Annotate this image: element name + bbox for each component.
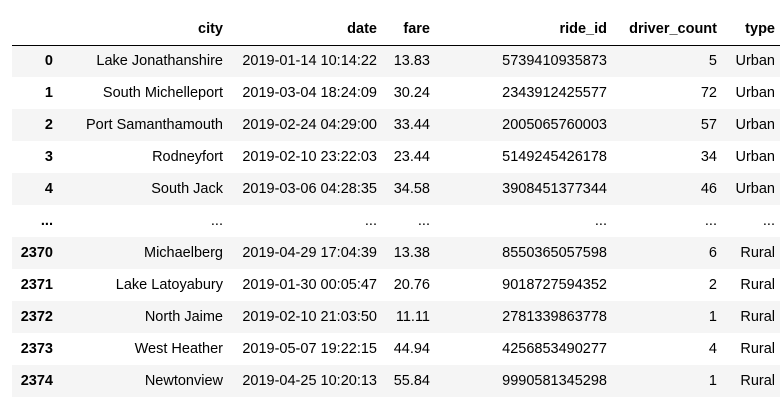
cell-date: ... [364, 213, 377, 229]
cell-ride-id: 3908451377344 [502, 181, 607, 197]
cell-fare: 13.83 [393, 53, 430, 70]
ellipsis-row: ... ... ... ... ... ... ... [12, 205, 780, 237]
cell-ride-id: 8550365057598 [502, 245, 607, 261]
cell-fare: 23.44 [393, 149, 430, 165]
cell-driver-count: 6 [708, 245, 717, 261]
cell-driver-count: 1 [708, 309, 717, 325]
row-index: 0 [44, 53, 53, 70]
cell-city: Newtonview [144, 373, 223, 389]
cell-type: Rural [740, 277, 775, 293]
table-row: 2373 West Heather 2019-05-07 19:22:15 44… [12, 333, 780, 365]
index-header [12, 13, 58, 46]
cell-date: 2019-04-25 10:20:13 [242, 373, 377, 389]
cell-ride-id: 4256853490277 [502, 341, 607, 357]
cell-ride-id: 9990581345298 [502, 373, 607, 389]
cell-ride-id: 5739410935873 [502, 53, 607, 70]
cell-fare: 44.94 [393, 341, 430, 357]
cell-city: West Heather [134, 341, 223, 357]
cell-city: Port Samanthamouth [85, 117, 223, 133]
cell-driver-count: 4 [708, 341, 717, 357]
column-header-date: date [228, 13, 382, 46]
table-row: 2370 Michaelberg 2019-04-29 17:04:39 13.… [12, 237, 780, 269]
cell-date: 2019-05-07 19:22:15 [242, 341, 377, 357]
column-header-ride-id: ride_id [435, 13, 612, 46]
header-row: city date fare ride_id driver_count type [12, 13, 780, 46]
dataframe-table: city date fare ride_id driver_count type… [12, 13, 780, 397]
cell-type: Rural [740, 341, 775, 357]
table-row: 3 Rodneyfort 2019-02-10 23:22:03 23.44 5… [12, 141, 780, 173]
cell-driver-count: ... [704, 213, 717, 229]
table-row: 2374 Newtonview 2019-04-25 10:20:13 55.8… [12, 365, 780, 397]
table-row: 0 Lake Jonathanshire 2019-01-14 10:14:22… [12, 45, 780, 77]
table-row: 2 Port Samanthamouth 2019-02-24 04:29:00… [12, 109, 780, 141]
dataframe-output: city date fare ride_id driver_count type… [12, 13, 780, 397]
row-index: 2371 [20, 277, 53, 293]
cell-date: 2019-01-14 10:14:22 [242, 53, 377, 70]
cell-fare: ... [417, 213, 430, 229]
cell-city: Lake Latoyabury [115, 277, 223, 293]
row-index: 3 [44, 149, 53, 165]
cell-city: Lake Jonathanshire [96, 53, 223, 70]
cell-date: 2019-02-10 23:22:03 [242, 149, 377, 165]
row-index: ... [40, 213, 53, 229]
column-header-fare: fare [382, 13, 435, 46]
cell-fare: 34.58 [393, 181, 430, 197]
cell-ride-id: 2781339863778 [502, 309, 607, 325]
row-index: 2373 [20, 341, 53, 357]
cell-driver-count: 46 [700, 181, 717, 197]
cell-date: 2019-03-06 04:28:35 [242, 181, 377, 197]
cell-ride-id: 2005065760003 [502, 117, 607, 133]
column-header-driver-count: driver_count [612, 13, 722, 46]
cell-ride-id: 9018727594352 [502, 277, 607, 293]
cell-driver-count: 5 [708, 53, 717, 70]
cell-driver-count: 1 [708, 373, 717, 389]
table-row: 1 South Michelleport 2019-03-04 18:24:09… [12, 77, 780, 109]
cell-driver-count: 72 [700, 85, 717, 101]
row-index: 2372 [20, 309, 53, 325]
cell-fare: 13.38 [393, 245, 430, 261]
cell-city: Rodneyfort [152, 149, 223, 165]
row-index: 2 [44, 117, 53, 133]
cell-city: North Jaime [144, 309, 223, 325]
cell-type: Rural [740, 245, 775, 261]
cell-type: ... [762, 213, 775, 229]
column-header-type: type [722, 13, 780, 46]
cell-fare: 20.76 [393, 277, 430, 293]
row-index: 4 [44, 181, 53, 197]
cell-ride-id: 2343912425577 [502, 85, 607, 101]
cell-type: Rural [740, 309, 775, 325]
cell-fare: 30.24 [393, 85, 430, 101]
cell-date: 2019-02-24 04:29:00 [242, 117, 377, 133]
cell-type: Rural [740, 373, 775, 389]
cell-driver-count: 2 [708, 277, 717, 293]
cell-ride-id: 5149245426178 [502, 149, 607, 165]
cell-date: 2019-02-10 21:03:50 [242, 309, 377, 325]
cell-date: 2019-03-04 18:24:09 [242, 85, 377, 101]
row-index: 2374 [20, 373, 53, 389]
cell-type: Urban [735, 117, 776, 133]
cell-city: ... [210, 213, 223, 229]
cell-city: South Michelleport [102, 85, 223, 101]
row-index: 1 [44, 85, 53, 101]
cell-type: Urban [735, 181, 776, 197]
cell-date: 2019-01-30 00:05:47 [242, 277, 377, 293]
table-row: 4 South Jack 2019-03-06 04:28:35 34.58 3… [12, 173, 780, 205]
cell-driver-count: 34 [700, 149, 717, 165]
cell-fare: 11.11 [395, 309, 430, 325]
cell-type: Urban [735, 53, 776, 70]
cell-driver-count: 57 [700, 117, 717, 133]
cell-city: South Jack [151, 181, 223, 197]
cell-date: 2019-04-29 17:04:39 [242, 245, 377, 261]
cell-type: Urban [735, 149, 776, 165]
cell-type: Urban [735, 85, 776, 101]
row-index: 2370 [20, 245, 53, 261]
cell-fare: 33.44 [393, 117, 430, 133]
cell-fare: 55.84 [393, 373, 430, 389]
table-row: 2372 North Jaime 2019-02-10 21:03:50 11.… [12, 301, 780, 333]
table-row: 2371 Lake Latoyabury 2019-01-30 00:05:47… [12, 269, 780, 301]
cell-city: Michaelberg [144, 245, 223, 261]
column-header-city: city [58, 13, 228, 46]
cell-ride-id: ... [594, 213, 607, 229]
